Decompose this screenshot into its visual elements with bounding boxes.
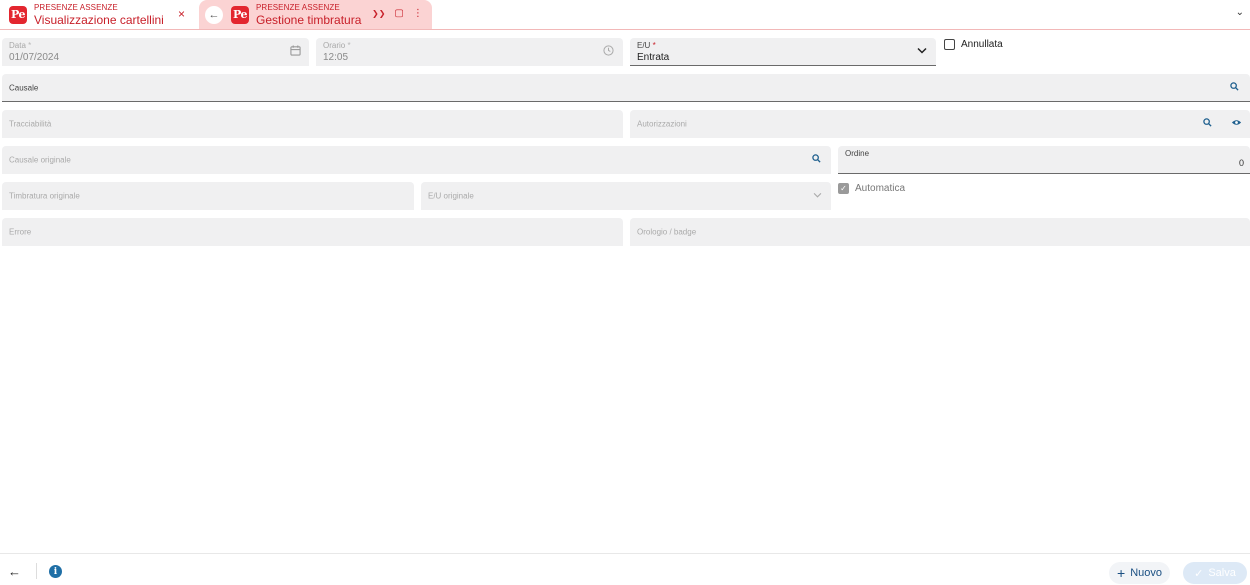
checkbox-box[interactable] (944, 39, 955, 50)
ordine-label: Ordine (845, 149, 870, 158)
orario-label: Orario * (323, 41, 351, 50)
split-view-icon[interactable]: ❯❯ (372, 8, 385, 20)
automatica-label: Automatica (855, 183, 906, 194)
causale-originale-field[interactable]: Causale originale (2, 146, 831, 174)
causale-field[interactable]: Causale (2, 74, 1250, 102)
tab-gestione-timbratura[interactable]: ← Pe PRESENZE ASSENZE Gestione timbratur… (199, 0, 432, 29)
back-arrow-icon[interactable]: ← (205, 5, 223, 24)
orologio-badge-field[interactable]: Orologio / badge (630, 218, 1250, 246)
tracciabilita-field[interactable]: Tracciabilità (2, 110, 623, 138)
info-icon[interactable]: i (49, 565, 62, 578)
chevron-down-icon (917, 46, 927, 57)
annullata-checkbox[interactable]: Annullata (944, 39, 1003, 50)
orologio-badge-placeholder: Orologio / badge (637, 227, 697, 237)
close-tab-icon[interactable]: × (178, 7, 185, 21)
tab-bar: Pe PRESENZE ASSENZE Visualizzazione cart… (0, 0, 1250, 30)
eu-select[interactable]: E/U * Entrata (630, 38, 936, 66)
plus-icon: + (1117, 565, 1126, 581)
automatica-checkbox[interactable]: ✓ Automatica (838, 183, 905, 194)
timbratura-originale-placeholder: Timbratura originale (9, 191, 80, 201)
timbratura-originale-field[interactable]: Timbratura originale (2, 182, 414, 210)
ordine-value: 0 (1238, 158, 1244, 168)
tab-app-name: PRESENZE ASSENZE (256, 2, 340, 12)
autorizzazioni-placeholder: Autorizzazioni (637, 119, 687, 129)
salva-button[interactable]: ✓ Salva (1183, 562, 1247, 584)
chevron-down-icon[interactable]: ⌄ (1236, 7, 1244, 18)
checkbox-checked-icon[interactable]: ✓ (838, 183, 849, 194)
eu-originale-select[interactable]: E/U originale (421, 182, 831, 210)
divider (36, 563, 37, 579)
presenze-logo-icon: Pe (231, 5, 249, 24)
clock-icon[interactable] (603, 45, 614, 59)
data-label: Data * (9, 41, 32, 50)
orario-value: 12:05 (323, 52, 349, 63)
search-icon[interactable] (812, 154, 821, 166)
data-field[interactable]: Data * 01/07/2024 (2, 38, 309, 66)
orario-field[interactable]: Orario * 12:05 (316, 38, 623, 66)
tab-text: PRESENZE ASSENZE Gestione timbratura (256, 2, 362, 27)
tracciabilita-placeholder: Tracciabilità (9, 119, 52, 129)
tab-visualizzazione-cartellini[interactable]: Pe PRESENZE ASSENZE Visualizzazione cart… (0, 0, 196, 29)
tab-text: PRESENZE ASSENZE Visualizzazione cartell… (34, 2, 164, 27)
autorizzazioni-field[interactable]: Autorizzazioni (630, 110, 1250, 138)
eu-value: Entrata (637, 52, 670, 63)
eu-originale-placeholder: E/U originale (428, 191, 474, 201)
footer-bar: ← i + Nuovo ✓ Salva (0, 553, 1250, 585)
more-options-icon[interactable]: ⋮ (413, 8, 423, 20)
tab-app-name: PRESENZE ASSENZE (34, 2, 118, 12)
bookmark-icon[interactable]: ▢ (394, 8, 403, 20)
back-arrow-icon[interactable]: ← (8, 564, 21, 579)
causale-originale-placeholder: Causale originale (9, 155, 71, 165)
data-value: 01/07/2024 (9, 52, 60, 63)
presenze-logo-icon: Pe (9, 5, 27, 24)
tab-title: Gestione timbratura (256, 12, 362, 27)
errore-field[interactable]: Errore (2, 218, 623, 246)
search-icon[interactable] (1203, 118, 1212, 130)
errore-placeholder: Errore (9, 227, 32, 237)
salva-label: Salva (1208, 567, 1236, 579)
eye-icon[interactable] (1231, 119, 1242, 130)
tab-actions: ❯❯ ▢ ⋮ (372, 8, 423, 20)
causale-placeholder: Causale (9, 83, 39, 92)
nuovo-label: Nuovo (1130, 567, 1162, 579)
calendar-icon[interactable] (290, 45, 301, 59)
search-icon[interactable] (1230, 81, 1239, 94)
ordine-field[interactable]: Ordine 0 (838, 146, 1250, 174)
eu-label: E/U * (637, 41, 656, 50)
annullata-label: Annullata (961, 39, 1003, 50)
chevron-down-icon (813, 191, 822, 202)
check-icon: ✓ (1194, 567, 1204, 580)
tab-title: Visualizzazione cartellini (34, 12, 164, 27)
nuovo-button[interactable]: + Nuovo (1109, 562, 1170, 584)
